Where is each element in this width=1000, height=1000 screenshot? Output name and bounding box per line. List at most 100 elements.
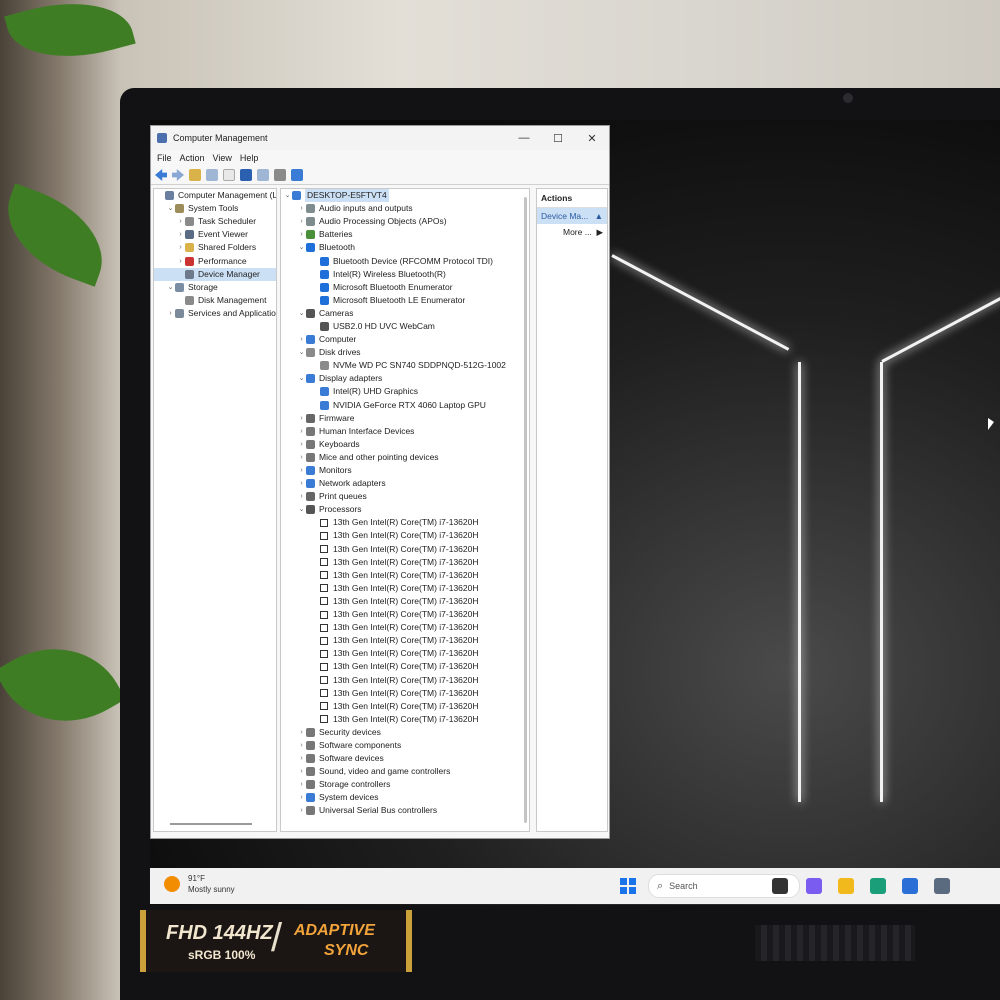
show-hide-tree-icon[interactable] — [206, 169, 218, 181]
expander-icon[interactable]: › — [297, 804, 306, 817]
device-tree-item[interactable]: ⌄ Display adapters — [281, 372, 529, 385]
device-tree-item[interactable]: › Human Interface Devices — [281, 425, 529, 438]
device-tree-root[interactable]: ⌄ DESKTOP-E5FTVT4 — [281, 189, 529, 203]
device-tree-item[interactable]: Bluetooth Device (RFCOMM Protocol TDI) — [281, 254, 529, 267]
expander-icon[interactable]: › — [297, 438, 306, 451]
expander-icon[interactable]: › — [297, 752, 306, 765]
device-tree-item[interactable]: › Keyboards — [281, 438, 529, 451]
task-view-icon[interactable] — [772, 878, 788, 894]
device-tree-item[interactable]: 13th Gen Intel(R) Core(TM) i7-13620H — [281, 608, 529, 621]
device-tree-item[interactable]: › Batteries — [281, 228, 529, 241]
expander-icon[interactable]: › — [297, 425, 306, 438]
device-tree-item[interactable]: › Audio inputs and outputs — [281, 202, 529, 215]
tree-item[interactable]: ⌄ System Tools — [154, 202, 276, 215]
expander-icon[interactable]: › — [297, 464, 306, 477]
device-tree-item[interactable]: 13th Gen Intel(R) Core(TM) i7-13620H — [281, 647, 529, 660]
back-icon[interactable] — [155, 169, 167, 181]
expander-icon[interactable]: › — [176, 215, 185, 228]
expander-icon[interactable]: ⌄ — [297, 503, 306, 516]
expander-icon[interactable]: › — [176, 255, 185, 268]
expander-icon[interactable]: ⌄ — [297, 346, 306, 359]
windows-start-icon[interactable] — [620, 878, 636, 894]
chevron-down-icon[interactable]: ⌄ — [283, 189, 292, 202]
expander-icon[interactable]: › — [297, 490, 306, 503]
menu-view[interactable]: View — [213, 153, 232, 163]
device-tree-item[interactable]: Microsoft Bluetooth Enumerator — [281, 281, 529, 294]
device-tree-item[interactable]: 13th Gen Intel(R) Core(TM) i7-13620H — [281, 543, 529, 556]
device-tree-item[interactable]: › Software devices — [281, 752, 529, 765]
device-tree-item[interactable]: 13th Gen Intel(R) Core(TM) i7-13620H — [281, 687, 529, 700]
device-tree-item[interactable]: 13th Gen Intel(R) Core(TM) i7-13620H — [281, 621, 529, 634]
maximize-button[interactable]: ☐ — [541, 132, 575, 145]
expander-icon[interactable]: ⌄ — [166, 202, 175, 215]
expander-icon[interactable]: › — [297, 333, 306, 346]
device-tree-item[interactable]: › Storage controllers — [281, 778, 529, 791]
action-device-manager[interactable]: Device Ma... ▲ — [537, 208, 607, 224]
monitor-icon[interactable] — [291, 169, 303, 181]
horizontal-scrollbar[interactable] — [170, 823, 252, 825]
device-tree-item[interactable]: › Audio Processing Objects (APOs) — [281, 215, 529, 228]
device-tree-item[interactable]: 13th Gen Intel(R) Core(TM) i7-13620H — [281, 595, 529, 608]
expander-icon[interactable]: › — [297, 726, 306, 739]
expander-icon[interactable]: › — [297, 202, 306, 215]
device-tree-item[interactable]: 13th Gen Intel(R) Core(TM) i7-13620H — [281, 634, 529, 647]
tree-item[interactable]: Device Manager — [154, 267, 276, 281]
device-tree-item[interactable]: 13th Gen Intel(R) Core(TM) i7-13620H — [281, 529, 529, 542]
expander-icon[interactable]: › — [176, 228, 185, 241]
expander-icon[interactable]: › — [297, 451, 306, 464]
device-tree-item[interactable]: NVMe WD PC SN740 SDDPNQD-512G-1002 — [281, 359, 529, 372]
up-folder-icon[interactable] — [189, 169, 201, 181]
expander-icon[interactable]: › — [297, 477, 306, 490]
menu-action[interactable]: Action — [180, 153, 205, 163]
device-tree-item[interactable]: 13th Gen Intel(R) Core(TM) i7-13620H — [281, 660, 529, 673]
device-tree-item[interactable]: › Firmware — [281, 412, 529, 425]
device-tree-item[interactable]: ⌄ Bluetooth — [281, 241, 529, 254]
vertical-scrollbar[interactable] — [524, 197, 527, 823]
view-icon[interactable] — [257, 169, 269, 181]
forward-icon[interactable] — [172, 169, 184, 181]
device-tree-item[interactable]: 13th Gen Intel(R) Core(TM) i7-13620H — [281, 556, 529, 569]
device-tree-item[interactable]: 13th Gen Intel(R) Core(TM) i7-13620H — [281, 516, 529, 529]
device-tree-item[interactable]: › Universal Serial Bus controllers — [281, 804, 529, 817]
settings-icon[interactable] — [934, 878, 950, 894]
action-more[interactable]: More ... ▶ — [537, 224, 607, 241]
expander-icon[interactable]: › — [297, 791, 306, 804]
menu-file[interactable]: File — [157, 153, 172, 163]
tree-item[interactable]: › Shared Folders — [154, 241, 276, 254]
device-tree-item[interactable]: Intel(R) UHD Graphics — [281, 385, 529, 398]
scan-hardware-icon[interactable] — [274, 169, 286, 181]
copilot-icon[interactable] — [806, 878, 822, 894]
device-tree-item[interactable]: NVIDIA GeForce RTX 4060 Laptop GPU — [281, 399, 529, 412]
store-icon[interactable] — [902, 878, 918, 894]
tree-item[interactable]: › Services and Applications — [154, 307, 276, 320]
menu-help[interactable]: Help — [240, 153, 259, 163]
minimize-button[interactable]: — — [507, 132, 541, 144]
expander-icon[interactable]: › — [297, 765, 306, 778]
tree-item[interactable]: Disk Management — [154, 294, 276, 307]
expander-icon[interactable]: ⌄ — [297, 241, 306, 254]
device-tree-item[interactable]: Microsoft Bluetooth LE Enumerator — [281, 294, 529, 307]
device-tree-item[interactable]: › Computer — [281, 333, 529, 346]
device-tree-item[interactable]: › Mice and other pointing devices — [281, 451, 529, 464]
weather-widget[interactable]: 91°F Mostly sunny — [164, 873, 235, 895]
device-tree-item[interactable]: › Sound, video and game controllers — [281, 765, 529, 778]
expander-icon[interactable]: ⌄ — [166, 281, 175, 294]
expander-icon[interactable]: › — [297, 739, 306, 752]
device-tree-item[interactable]: › Software components — [281, 739, 529, 752]
tree-item[interactable]: Computer Management (Lo — [154, 189, 276, 202]
device-tree-item[interactable]: 13th Gen Intel(R) Core(TM) i7-13620H — [281, 700, 529, 713]
device-tree-item[interactable]: › Security devices — [281, 726, 529, 739]
close-button[interactable]: ✕ — [575, 132, 609, 145]
tree-item[interactable]: ⌄ Storage — [154, 281, 276, 294]
device-tree-item[interactable]: Intel(R) Wireless Bluetooth(R) — [281, 268, 529, 281]
tree-item[interactable]: › Event Viewer — [154, 228, 276, 241]
device-tree-item[interactable]: 13th Gen Intel(R) Core(TM) i7-13620H — [281, 713, 529, 726]
expander-icon[interactable]: › — [297, 215, 306, 228]
expander-icon[interactable]: › — [166, 307, 175, 320]
device-tree-item[interactable]: USB2.0 HD UVC WebCam — [281, 320, 529, 333]
device-tree-item[interactable]: › Monitors — [281, 464, 529, 477]
device-tree-item[interactable]: ⌄ Cameras — [281, 307, 529, 320]
expander-icon[interactable]: › — [297, 778, 306, 791]
file-explorer-icon[interactable] — [838, 878, 854, 894]
device-tree-item[interactable]: 13th Gen Intel(R) Core(TM) i7-13620H — [281, 582, 529, 595]
